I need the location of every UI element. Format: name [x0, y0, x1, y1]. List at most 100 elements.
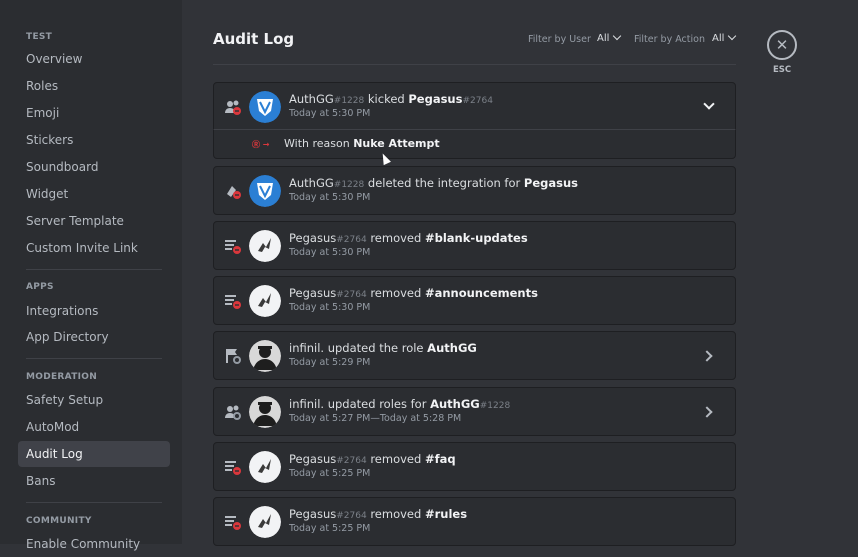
- target-name: #blank-updates: [424, 231, 528, 245]
- action-text: removed: [366, 507, 425, 521]
- sidebar-item-enable-community[interactable]: Enable Community: [18, 531, 170, 557]
- filter-action-value: All: [712, 33, 725, 44]
- actor-name: AuthGG: [289, 92, 334, 106]
- close-icon: ✕: [775, 36, 789, 54]
- target-name: AuthGG: [430, 397, 480, 411]
- filter-user-dropdown[interactable]: All: [597, 31, 622, 44]
- action-text: removed: [366, 452, 425, 466]
- entry-summary: infinil. updated the role AuthGG: [289, 341, 477, 355]
- chevron-right-icon[interactable]: [701, 350, 713, 362]
- entry-timestamp: Today at 5:27 PM—Today at 5:28 PM: [289, 413, 462, 424]
- entry-summary: AuthGG#1228 deleted the integration for …: [289, 176, 578, 190]
- channel-delete-icon: [224, 292, 242, 310]
- audit-log-entry[interactable]: infinil. updated roles for AuthGG#1228 To…: [213, 387, 736, 436]
- sidebar-divider: [26, 358, 162, 359]
- filter-action-label: Filter by Action: [634, 34, 705, 45]
- actor-name: Pegasus: [289, 452, 337, 466]
- avatar: [249, 91, 281, 123]
- sidebar-item-custom-invite-link[interactable]: Custom Invite Link: [18, 235, 170, 261]
- entry-timestamp: Today at 5:30 PM: [289, 192, 371, 203]
- audit-log-entry[interactable]: Pegasus#2764 removed #rules Today at 5:25…: [213, 497, 736, 546]
- sidebar-item-widget[interactable]: Widget: [18, 181, 170, 207]
- actor-tag: #2764: [336, 456, 367, 466]
- sidebar-divider: [26, 269, 162, 270]
- entry-timestamp: Today at 5:30 PM: [289, 108, 371, 119]
- action-text: updated the role: [324, 341, 428, 355]
- sidebar-divider: [26, 502, 162, 503]
- chevron-right-icon[interactable]: [701, 406, 713, 418]
- member-kick-icon: [224, 98, 242, 116]
- entry-summary: Pegasus#2764 removed #announcements: [289, 286, 538, 300]
- entry-timestamp: Today at 5:25 PM: [289, 523, 371, 534]
- target-name: #announcements: [424, 286, 538, 300]
- channel-delete-icon: [224, 458, 242, 476]
- sidebar-item-app-directory[interactable]: App Directory: [18, 324, 170, 350]
- target-tag: #2764: [462, 96, 493, 106]
- actor-tag: #1228: [333, 96, 365, 106]
- sidebar-item-bans[interactable]: Bans: [18, 468, 170, 494]
- filter-user-value: All: [597, 33, 610, 44]
- channel-delete-icon: [224, 513, 242, 531]
- actor-name: Pegasus: [289, 286, 337, 300]
- sidebar-item-automod[interactable]: AutoMod: [18, 414, 170, 440]
- role-update-icon: [224, 347, 242, 365]
- channel-delete-icon: [224, 237, 242, 255]
- avatar: [249, 451, 281, 483]
- audit-log-entry[interactable]: Pegasus#2764 removed #announcements Today…: [213, 276, 736, 325]
- entry-summary: Pegasus#2764 removed #faq: [289, 452, 456, 466]
- actor-tag: #2764: [336, 235, 367, 245]
- actor-name: Pegasus: [289, 231, 337, 245]
- audit-log-entry[interactable]: infinil. updated the role AuthGG Today at…: [213, 331, 736, 380]
- target-name: #faq: [424, 452, 456, 466]
- esc-label: ESC: [773, 65, 792, 75]
- avatar: [249, 285, 281, 317]
- sidebar-section-test: TEST: [26, 32, 53, 42]
- entry-summary: AuthGG#1228 kicked Pegasus#2764: [289, 92, 493, 106]
- chevron-down-icon[interactable]: [703, 98, 715, 110]
- avatar: [249, 396, 281, 428]
- target-name: AuthGG: [427, 341, 477, 355]
- action-text: deleted the integration for: [364, 176, 524, 190]
- sidebar-item-soundboard[interactable]: Soundboard: [18, 154, 170, 180]
- avatar: [249, 340, 281, 372]
- action-text: kicked: [364, 92, 409, 106]
- entry-summary: Pegasus#2764 removed #blank-updates: [289, 231, 528, 245]
- member-role-update-icon: [224, 403, 242, 421]
- settings-sidebar: TEST Overview Roles Emoji Stickers Sound…: [0, 0, 182, 551]
- action-text: updated roles for: [324, 397, 431, 411]
- actor-name: infinil.: [289, 341, 325, 355]
- actor-name: infinil.: [289, 397, 325, 411]
- entry-timestamp: Today at 5:30 PM: [289, 247, 371, 258]
- filter-user-label: Filter by User: [528, 34, 591, 45]
- chevron-down-icon: [728, 31, 737, 41]
- target-name: Pegasus: [408, 92, 463, 106]
- close-button[interactable]: ✕: [767, 30, 797, 60]
- sidebar-item-audit-log[interactable]: Audit Log: [18, 441, 170, 467]
- reason-text: With reason Nuke Attempt: [284, 137, 440, 150]
- sidebar-section-apps: APPS: [26, 282, 54, 292]
- audit-log-entry[interactable]: AuthGG#1228 kicked Pegasus#2764 Today at …: [213, 82, 736, 131]
- audit-log-entry[interactable]: AuthGG#1228 deleted the integration for …: [213, 166, 736, 215]
- avatar: [249, 175, 281, 207]
- sidebar-item-roles[interactable]: Roles: [18, 73, 170, 99]
- entry-timestamp: Today at 5:30 PM: [289, 302, 371, 313]
- sidebar-item-stickers[interactable]: Stickers: [18, 127, 170, 153]
- action-text: removed: [366, 231, 425, 245]
- sidebar-item-safety-setup[interactable]: Safety Setup: [18, 387, 170, 413]
- target-name: Pegasus: [523, 176, 579, 190]
- actor-tag: #2764: [336, 511, 367, 521]
- sidebar-item-integrations[interactable]: Integrations: [18, 298, 170, 324]
- filter-action-dropdown[interactable]: All: [712, 31, 737, 44]
- audit-log-entry[interactable]: Pegasus#2764 removed #faq Today at 5:25 P…: [213, 442, 736, 491]
- target-name: #rules: [424, 507, 468, 521]
- sidebar-section-moderation: MODERATION: [26, 372, 98, 382]
- audit-log-entry[interactable]: Pegasus#2764 removed #blank-updates Today…: [213, 221, 736, 270]
- sidebar-item-server-template[interactable]: Server Template: [18, 208, 170, 234]
- entry-detail-panel: Ⓡ → With reason Nuke Attempt: [213, 129, 736, 159]
- entry-timestamp: Today at 5:25 PM: [289, 468, 371, 479]
- avatar: [249, 230, 281, 262]
- entry-summary: infinil. updated roles for AuthGG#1228: [289, 397, 510, 411]
- sidebar-item-overview[interactable]: Overview: [18, 46, 170, 72]
- actor-name: Pegasus: [289, 507, 337, 521]
- sidebar-item-emoji[interactable]: Emoji: [18, 100, 170, 126]
